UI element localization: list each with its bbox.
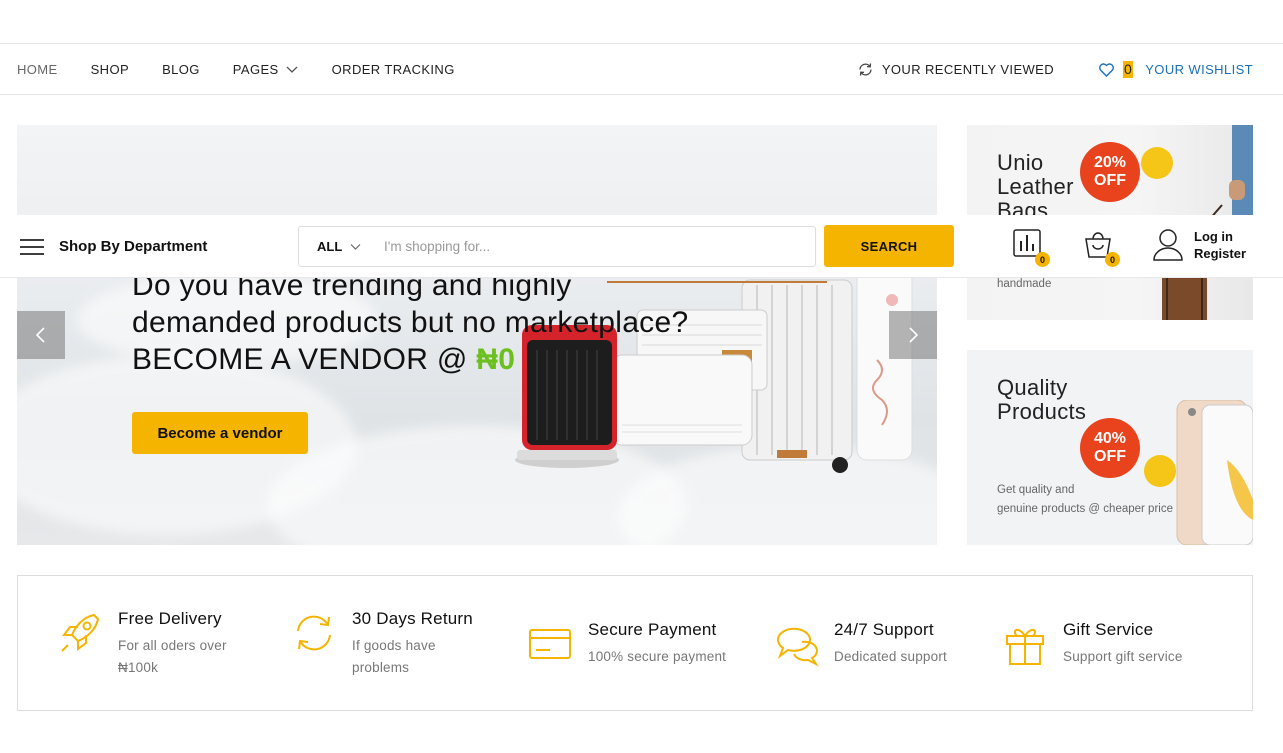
feature-subtitle: If goods have [352,638,436,653]
promo-2-subtitle: Get quality and genuine products @ cheap… [997,481,1173,519]
nav-item-shop[interactable]: SHOP [91,62,129,77]
hero-banner: Do you have trending and highly demanded… [17,125,937,545]
shop-by-department-button[interactable]: Shop By Department [19,215,207,278]
login-link[interactable]: Log in [1194,228,1246,245]
feature-subtitle: 100% secure payment [588,649,727,664]
badge-off: OFF [1094,448,1126,465]
nav-label: PAGES [232,61,279,77]
promo-1-title-line: Leather [997,174,1074,199]
heart-icon [1099,62,1114,77]
discount-badge: 40% OFF [1080,418,1140,478]
feature-title: 24/7 Support [834,620,934,639]
nav-label: SHOP [90,61,130,77]
feature-subtitle: For all oders over [118,638,227,653]
compare-count: 0 [1035,252,1050,267]
promo-2-title-line: Quality [997,375,1068,400]
hero-headline: Do you have trending and highly demanded… [132,267,688,378]
wishlist-link[interactable]: 0 YOUR WISHLIST [1098,61,1253,78]
feature-gift-service: Gift Service Support gift service [1001,620,1183,668]
slider-next-button[interactable] [889,311,937,359]
feature-title: Gift Service [1063,620,1154,639]
feature-support: 24/7 Support Dedicated support [772,620,947,668]
category-label: ALL [317,239,343,254]
chevron-down-icon [350,244,361,250]
register-link[interactable]: Register [1194,245,1246,262]
promo-2-title: Quality Products [997,376,1086,424]
feature-secure-payment: Secure Payment 100% secure payment [526,620,726,668]
gift-icon [1006,629,1044,665]
nav-right: YOUR RECENTLY VIEWED 0 YOUR WISHLIST [857,44,1253,95]
feature-title: Free Delivery [118,609,222,628]
department-label: Shop By Department [59,238,208,255]
chevron-left-icon [35,327,45,343]
feature-title: Secure Payment [588,620,717,639]
decor-dot [1141,147,1173,179]
nav-label: ORDER TRACKING [331,61,455,77]
nav-item-home[interactable]: HOME [17,62,58,77]
wishlist-count: 0 [1123,61,1134,78]
credit-card-icon [529,629,571,659]
hero-vendor-price: ₦0 [476,343,516,376]
main-nav: HOME SHOP BLOG PAGES ORDER TRACKING YOUR… [0,44,1283,95]
recently-viewed-label: YOUR RECENTLY VIEWED [881,62,1055,77]
chat-icon [776,627,819,667]
feature-subtitle: ₦100k [118,660,159,675]
promo-2-subtitle-line: genuine products @ cheaper price [997,503,1173,515]
chevron-down-icon [286,66,298,73]
hero-line-2: demanded products but no marketplace? [132,306,689,339]
nav-item-order-tracking[interactable]: ORDER TRACKING [332,62,455,77]
feature-title: 30 Days Return [352,609,473,628]
rocket-icon [61,613,100,652]
slider-prev-button[interactable] [17,311,65,359]
recently-viewed-link[interactable]: YOUR RECENTLY VIEWED [857,61,1054,78]
cart-button[interactable]: 0 [1082,227,1120,267]
return-icon [297,615,331,651]
promo-1-title: Unio Leather Bags [997,151,1074,223]
category-select[interactable]: ALL [299,239,367,254]
badge-off: OFF [1094,172,1126,189]
search-input[interactable] [367,231,815,262]
promo-1-title-line: Unio [997,150,1044,175]
hero-line-3-prefix: BECOME A VENDOR @ [132,343,468,376]
cart-count: 0 [1105,252,1120,267]
nav-item-blog[interactable]: BLOG [162,62,200,77]
feature-subtitle: problems [352,660,410,675]
compare-button[interactable]: 0 [1012,227,1050,267]
feature-returns: 30 Days Return If goods have problems [290,609,473,679]
features-bar: Free Delivery For all oders over ₦100k 3… [17,575,1253,711]
feature-subtitle: Dedicated support [834,649,947,664]
nav-label: BLOG [162,61,200,77]
feature-free-delivery: Free Delivery For all oders over ₦100k [56,609,227,679]
promo-2-subtitle-line: Get quality and [997,484,1075,496]
top-strip [0,0,1283,44]
nav-item-pages[interactable]: PAGES [233,62,299,77]
hamburger-menu-icon [20,238,44,255]
discount-badge: 20% OFF [1080,142,1140,202]
chevron-right-icon [909,327,919,343]
search-button[interactable]: SEARCH [824,225,954,267]
refresh-icon [859,63,872,76]
phone-image [1176,400,1253,545]
search-bar: ALL [298,226,816,267]
feature-subtitle: Support gift service [1063,649,1183,664]
badge-percent: 20% [1093,154,1127,171]
promo-2-title-line: Products [997,399,1087,424]
sticky-header: Shop By Department ALL SEARCH 0 0 Log in… [0,215,1283,278]
hero-line-3: BECOME A VENDOR @ ₦0 [132,341,688,378]
badge-percent: 40% [1093,430,1127,447]
nav-label: HOME [17,61,58,77]
wishlist-label: YOUR WISHLIST [1145,62,1253,77]
user-icon [1153,229,1183,261]
become-vendor-button[interactable]: Become a vendor [132,412,308,454]
account-menu[interactable]: Log in Register [1152,228,1246,262]
promo-quality-products[interactable]: Quality Products 40% OFF Get quality and … [967,350,1253,545]
